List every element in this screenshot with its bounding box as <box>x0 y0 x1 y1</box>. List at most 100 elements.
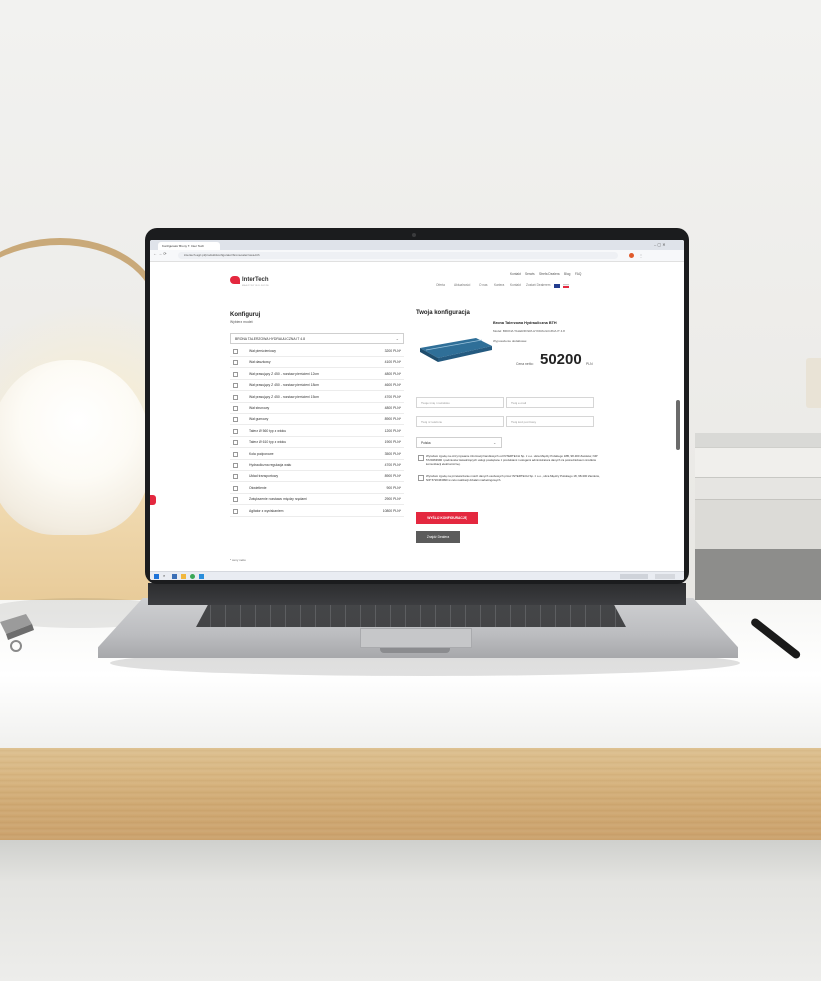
consent-2-checkbox[interactable] <box>418 475 424 481</box>
option-name: Wał prasujący Z 450 - rozstaw pierścieni… <box>249 394 319 399</box>
option-row[interactable]: Wał pierścieniowy 3200 PLN* <box>230 346 404 357</box>
option-checkbox[interactable] <box>233 485 238 491</box>
option-checkbox[interactable] <box>233 474 238 480</box>
side-tab[interactable] <box>150 495 156 505</box>
product-image <box>420 338 492 362</box>
flag-en-icon[interactable] <box>554 284 560 288</box>
option-row[interactable]: Koła podporowe 3500 PLN* <box>230 449 404 460</box>
option-row[interactable]: Oświetlenie 900 PLN* <box>230 483 404 494</box>
email-input[interactable]: Twój e-mail <box>506 397 594 408</box>
option-checkbox[interactable] <box>233 497 238 503</box>
option-checkbox[interactable] <box>233 406 238 411</box>
option-checkbox[interactable] <box>233 349 238 354</box>
option-row[interactable]: Agitator z wyciskaniem 10800 PLN* <box>230 506 404 517</box>
option-name: Wał prasujący Z 450 - rozstaw pierścieni… <box>249 383 319 388</box>
nav-aktualnosci[interactable]: Aktualności <box>454 283 470 287</box>
option-row[interactable]: Wał prasujący Z 450 - rozstaw pierścieni… <box>230 380 404 392</box>
app-icon[interactable] <box>199 574 204 579</box>
menu-icon[interactable]: ⋮ <box>639 253 643 258</box>
taskview-icon[interactable] <box>172 574 177 579</box>
option-checkbox[interactable] <box>233 417 238 423</box>
option-name: Zwiększenie rozstawu między rzędami <box>249 497 307 502</box>
top-link-serwis[interactable]: Serwis <box>525 272 535 276</box>
country-select[interactable]: Polska ⌄ <box>416 437 502 448</box>
top-link-dealer[interactable]: Strefa Dealera <box>539 272 560 276</box>
lamp-globe <box>0 360 150 535</box>
send-configuration-button[interactable]: WYŚLIJ KONFIGURACJĘ <box>416 512 478 524</box>
price-currency: PLN <box>586 362 593 366</box>
option-checkbox[interactable] <box>233 451 238 457</box>
window-controls-icon[interactable]: – ▢ ✕ <box>654 242 666 247</box>
main-nav: Oferta Aktualności O nas Kariera Kontakt… <box>436 283 606 290</box>
clock[interactable] <box>655 574 675 579</box>
scrollbar-thumb[interactable] <box>676 400 680 450</box>
option-price: 4700 PLN* <box>384 463 401 467</box>
model-select[interactable]: BRONA TALERZOWA HYDRAULICZNA IT 4.8 ⌄ <box>230 333 404 344</box>
name-input[interactable]: Twoje imię i nazwisko <box>416 397 504 408</box>
option-row[interactable]: Wał strunowy 4800 PLN* <box>230 403 404 414</box>
find-dealer-button[interactable]: Znajdź Dealera <box>416 531 460 543</box>
laptop-notch <box>380 648 450 653</box>
windows-start-icon[interactable] <box>154 574 159 579</box>
book <box>695 477 821 500</box>
nav-kariera[interactable]: Kariera <box>494 283 504 287</box>
nav-kontakt[interactable]: Kontakt <box>510 283 521 287</box>
option-row[interactable]: Wał gumowy 8900 PLN* <box>230 414 404 426</box>
option-price: 900 PLN* <box>386 485 401 490</box>
profile-icon[interactable] <box>629 253 634 258</box>
book-stack <box>695 433 821 613</box>
option-price: 2900 PLN* <box>384 497 401 502</box>
browser-tab[interactable]: Konfigurator Brony T. Inter Tech <box>158 242 220 250</box>
consent-1-checkbox[interactable] <box>418 455 424 461</box>
option-checkbox[interactable] <box>233 440 238 446</box>
option-price: 1200 PLN* <box>384 428 401 433</box>
top-link-faq[interactable]: FAQ <box>575 272 581 276</box>
site-logo[interactable]: InterTech MASZYNY ROLNICZE <box>230 276 290 290</box>
option-row[interactable]: Zwiększenie rozstawu między rzędami 2900 … <box>230 494 404 506</box>
option-price: 8900 PLN* <box>384 417 401 422</box>
nav-o-nas[interactable]: O nas <box>479 283 488 287</box>
option-row[interactable]: Wał prasujący Z 450 - rozstaw pierścieni… <box>230 392 404 403</box>
extension-icons[interactable]: ⋮ <box>627 252 677 259</box>
address-bar[interactable]: intertech.agri.pl/produkt/konfigurator/b… <box>178 252 618 259</box>
option-name: Wał gumowy <box>249 417 269 422</box>
top-link-kontakt[interactable]: Kontakt <box>510 272 521 276</box>
option-name: Hydrauliczna regulacja wału <box>249 463 292 467</box>
chrome-icon[interactable] <box>190 574 195 579</box>
nav-dealer[interactable]: Zostań Dealerem <box>526 283 550 287</box>
explorer-icon[interactable] <box>181 574 186 579</box>
browser-tabbar: Konfigurator Brony T. Inter Tech – ▢ ✕ <box>150 240 684 250</box>
option-row[interactable]: Wał prasujący Z 450 - rozstaw pierścieni… <box>230 369 404 380</box>
option-price: 8900 PLN* <box>384 474 401 479</box>
option-checkbox[interactable] <box>233 428 238 434</box>
book <box>695 549 821 601</box>
top-link-blog[interactable]: Blog <box>564 272 570 276</box>
option-price: 4100 PLN* <box>384 360 401 365</box>
option-name: Talerz Ø 610 typ z wtoku <box>249 440 287 445</box>
model-label: Wybierz model: <box>230 320 254 324</box>
option-price: 1900 PLN* <box>384 440 401 445</box>
option-checkbox[interactable] <box>233 394 238 400</box>
option-row[interactable]: Układ transportowy 8900 PLN* <box>230 471 404 483</box>
option-checkbox[interactable] <box>233 463 238 468</box>
option-checkbox[interactable] <box>233 383 238 389</box>
option-row[interactable]: Wał daszkowy 4100 PLN* <box>230 357 404 369</box>
option-checkbox[interactable] <box>233 360 238 366</box>
product-name: Brona Talerzowa Hydrauliczna BTH <box>493 321 557 325</box>
phone-input[interactable]: Twój nr telefonu <box>416 416 504 427</box>
logo-subtitle: MASZYNY ROLNICZE <box>242 285 270 287</box>
search-icon[interactable]: ⌕ <box>163 573 165 578</box>
option-checkbox[interactable] <box>233 508 238 514</box>
option-row[interactable]: Hydrauliczna regulacja wału 4700 PLN* <box>230 460 404 471</box>
option-name: Oświetlenie <box>249 485 267 490</box>
tray-icons[interactable] <box>620 574 648 579</box>
option-row[interactable]: Talerz Ø 610 typ z wtoku 1900 PLN* <box>230 437 404 449</box>
nav-oferta[interactable]: Oferta <box>436 283 445 287</box>
option-row[interactable]: Talerz Ø 560 typ z wtoku 1200 PLN* <box>230 426 404 437</box>
nav-arrows-icon[interactable]: ← → ⟳ <box>153 251 167 256</box>
option-checkbox[interactable] <box>233 371 238 377</box>
option-price: 4600 PLN* <box>384 383 401 388</box>
price-label: Cena netto: <box>516 362 534 366</box>
top-links: Kontakt Serwis Strefa Dealera Blog FAQ <box>510 272 605 279</box>
postcode-input[interactable]: Twój kod pocztowy <box>506 416 594 427</box>
